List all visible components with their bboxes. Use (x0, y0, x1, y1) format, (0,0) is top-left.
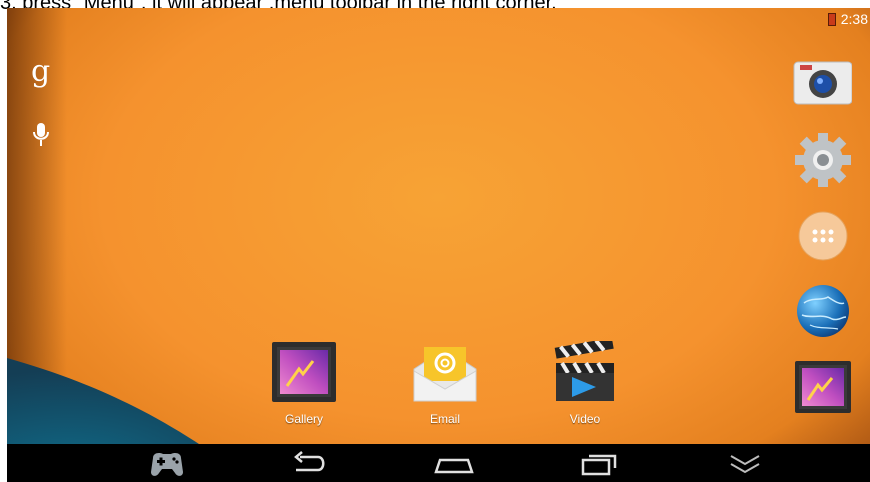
app-gallery[interactable]: Gallery (259, 341, 349, 426)
home-icon[interactable] (432, 444, 476, 482)
video-icon (554, 337, 614, 401)
app-label: Email (429, 412, 460, 426)
app-label: Gallery (284, 412, 323, 426)
dock-gallery[interactable] (792, 360, 852, 414)
microphone-icon[interactable] (32, 121, 50, 149)
dock-camera[interactable] (792, 58, 853, 112)
battery-icon (827, 12, 836, 26)
back-icon[interactable] (290, 444, 330, 482)
camera-icon (793, 61, 853, 105)
gear-icon (795, 132, 851, 188)
gallery-icon (272, 342, 336, 402)
email-icon (413, 347, 477, 402)
dock-all-apps[interactable] (792, 209, 852, 263)
app-video[interactable]: Video (540, 337, 630, 426)
navigation-bar (7, 444, 870, 482)
chevron-down-icon[interactable] (725, 444, 765, 482)
dock-settings[interactable] (792, 132, 852, 188)
app-label: Video (569, 412, 601, 426)
app-drawer-icon (798, 211, 848, 261)
globe-icon (797, 285, 849, 337)
gamepad-icon[interactable] (147, 444, 187, 482)
app-email[interactable]: Email (400, 341, 490, 426)
home-screen: 2:38 g Gallery Email Video (7, 8, 870, 482)
recent-apps-icon[interactable] (577, 444, 621, 482)
gallery-icon (795, 361, 851, 413)
status-bar: 2:38 (827, 8, 870, 30)
clock: 2:38 (840, 11, 868, 27)
dock-browser[interactable] (792, 283, 852, 337)
google-search-icon[interactable]: g (31, 57, 50, 87)
